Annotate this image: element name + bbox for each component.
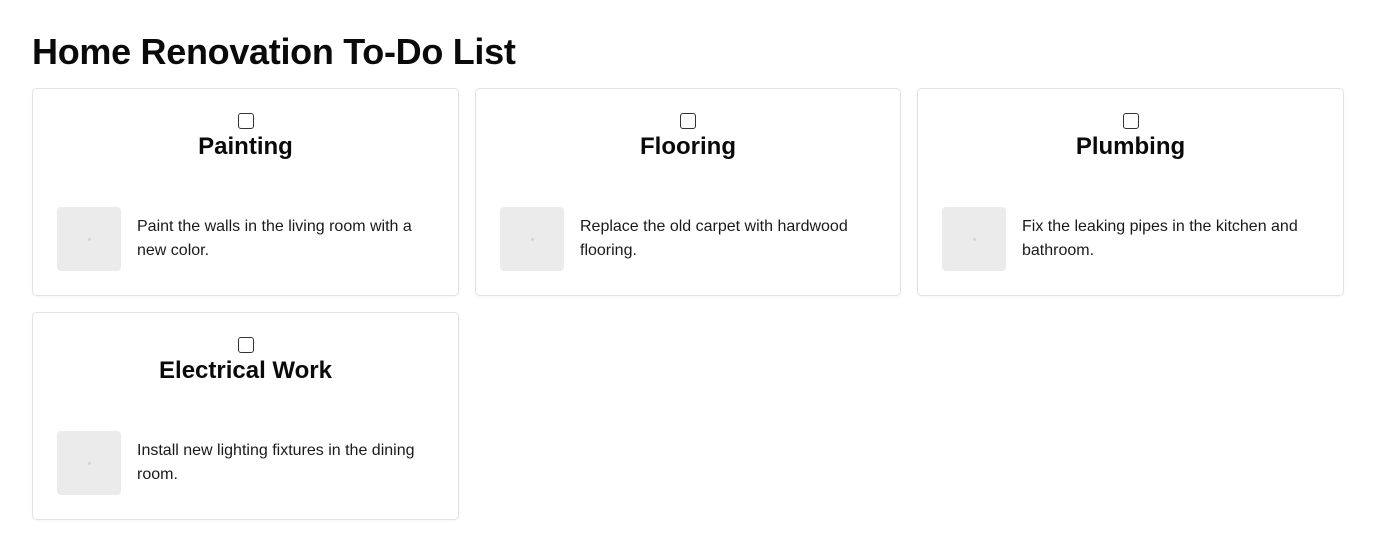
task-title: Electrical Work — [159, 357, 332, 384]
task-card-electrical-work: Electrical Work Install new lighting fix… — [32, 312, 459, 520]
task-description: Paint the walls in the living room with … — [137, 218, 412, 259]
task-card-header: Electrical Work — [33, 313, 458, 385]
task-card-flooring: Flooring Replace the old carpet with har… — [475, 88, 901, 296]
task-checkbox[interactable] — [1122, 113, 1139, 129]
task-card-header: Plumbing — [918, 89, 1343, 161]
page-title: Home Renovation To-Do List — [32, 31, 516, 72]
task-checkbox[interactable] — [237, 113, 254, 129]
task-description: Fix the leaking pipes in the kitchen and… — [1022, 218, 1298, 259]
task-card-plumbing: Plumbing Fix the leaking pipes in the ki… — [917, 88, 1344, 296]
task-description: Install new lighting fixtures in the din… — [137, 442, 415, 483]
task-card-painting: Painting Paint the walls in the living r… — [32, 88, 459, 296]
task-grid: Painting Paint the walls in the living r… — [32, 88, 1344, 520]
image-placeholder-icon — [57, 207, 121, 271]
task-checkbox[interactable] — [237, 337, 254, 353]
task-title: Plumbing — [1075, 133, 1186, 160]
image-placeholder-icon — [500, 207, 564, 271]
task-card-body: Install new lighting fixtures in the din… — [57, 431, 438, 495]
task-card-body: Paint the walls in the living room with … — [57, 207, 438, 271]
task-card-body: Fix the leaking pipes in the kitchen and… — [942, 207, 1323, 271]
image-placeholder-dot — [87, 237, 91, 241]
task-title: Painting — [198, 133, 293, 160]
image-placeholder-icon — [942, 207, 1006, 271]
task-description: Replace the old carpet with hardwood flo… — [580, 218, 848, 259]
image-placeholder-dot — [87, 461, 91, 465]
image-placeholder-dot — [972, 237, 976, 241]
task-card-header: Flooring — [476, 89, 900, 161]
task-checkbox[interactable] — [680, 113, 696, 129]
image-placeholder-dot — [530, 237, 534, 241]
image-placeholder-icon — [57, 431, 121, 495]
task-card-header: Painting — [33, 89, 458, 161]
page: Home Renovation To-Do List Painting Pain… — [0, 0, 1376, 552]
task-title: Flooring — [640, 133, 736, 160]
task-card-body: Replace the old carpet with hardwood flo… — [500, 207, 880, 271]
